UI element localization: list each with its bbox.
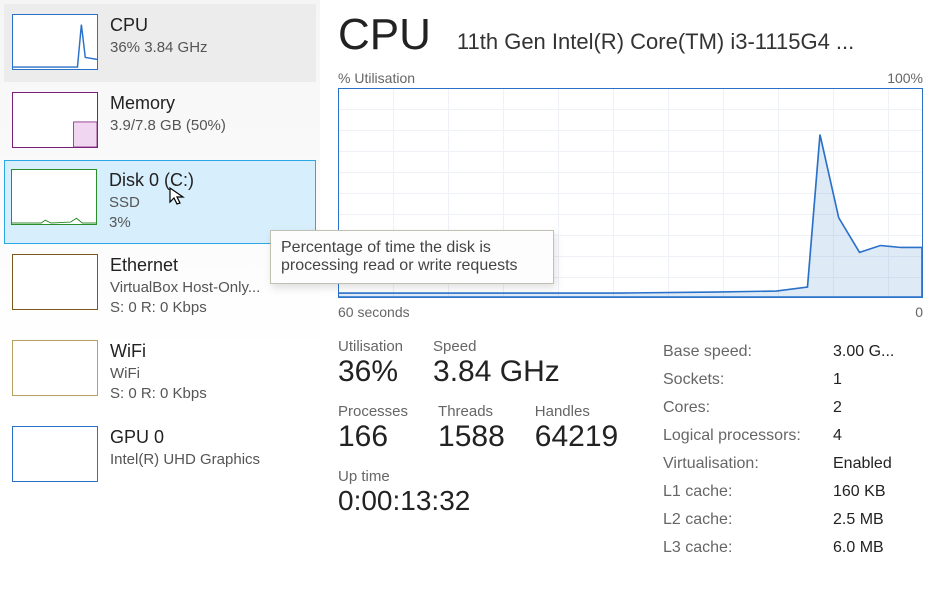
threads-value: 1588 xyxy=(438,420,505,454)
fact-l2-k: L2 cache: xyxy=(663,506,833,534)
fact-l1-v: 160 KB xyxy=(833,478,885,506)
speed-label: Speed xyxy=(433,338,560,355)
fact-l3-v: 6.0 MB xyxy=(833,534,884,562)
sidebar-eth-sub2: S: 0 R: 0 Kbps xyxy=(110,298,260,318)
handles-value: 64219 xyxy=(535,420,618,454)
ethernet-thumb-icon xyxy=(12,254,98,310)
sidebar-wifi-title: WiFi xyxy=(110,340,207,362)
sidebar-item-gpu[interactable]: GPU 0 Intel(R) UHD Graphics xyxy=(4,416,316,494)
sidebar-item-wifi[interactable]: WiFi WiFi S: 0 R: 0 Kbps xyxy=(4,330,316,416)
util-value: 36% xyxy=(338,355,403,389)
fact-basespeed-k: Base speed: xyxy=(663,338,833,366)
chart-time-right: 0 xyxy=(915,304,923,320)
fact-logical-k: Logical processors: xyxy=(663,422,833,450)
cpu-facts: Base speed:3.00 G... Sockets:1 Cores:2 L… xyxy=(663,338,923,562)
threads-label: Threads xyxy=(438,403,505,420)
cpu-thumb-icon xyxy=(12,14,98,70)
sidebar-wifi-sub2: S: 0 R: 0 Kbps xyxy=(110,384,207,404)
memory-thumb-icon xyxy=(12,92,98,148)
util-label: Utilisation xyxy=(338,338,403,355)
fact-sockets-k: Sockets: xyxy=(663,366,833,394)
fact-virt-v: Enabled xyxy=(833,450,892,478)
sidebar-mem-title: Memory xyxy=(110,92,226,114)
fact-l3-k: L3 cache: xyxy=(663,534,833,562)
fact-cores-k: Cores: xyxy=(663,394,833,422)
fact-logical-v: 4 xyxy=(833,422,842,450)
cpu-model: 11th Gen Intel(R) Core(TM) i3-1115G4 ... xyxy=(457,29,854,55)
chart-label-left: % Utilisation xyxy=(338,70,415,86)
gpu-thumb-icon xyxy=(12,426,98,482)
sidebar-item-memory[interactable]: Memory 3.9/7.8 GB (50%) xyxy=(4,82,316,160)
uptime-label: Up time xyxy=(338,468,639,485)
handles-label: Handles xyxy=(535,403,618,420)
proc-value: 166 xyxy=(338,420,408,454)
chart-time-left: 60 seconds xyxy=(338,304,410,320)
sidebar-cpu-title: CPU xyxy=(110,14,208,36)
wifi-thumb-icon xyxy=(12,340,98,396)
proc-label: Processes xyxy=(338,403,408,420)
main-pane: CPU 11th Gen Intel(R) Core(TM) i3-1115G4… xyxy=(320,0,943,590)
sidebar-eth-title: Ethernet xyxy=(110,254,260,276)
sidebar-gpu-title: GPU 0 xyxy=(110,426,260,448)
fact-basespeed-v: 3.00 G... xyxy=(833,338,894,366)
sidebar-disk-title: Disk 0 (C:) xyxy=(109,169,194,191)
chart-label-right: 100% xyxy=(887,70,923,86)
sidebar-gpu-sub: Intel(R) UHD Graphics xyxy=(110,450,260,470)
sidebar: CPU 36% 3.84 GHz Memory 3.9/7.8 GB (50%) xyxy=(0,0,320,590)
disk-tooltip: Percentage of time the disk is processin… xyxy=(270,230,554,284)
fact-l2-v: 2.5 MB xyxy=(833,506,884,534)
disk-thumb-icon xyxy=(11,169,97,225)
fact-sockets-v: 1 xyxy=(833,366,842,394)
sidebar-disk-sub2: 3% xyxy=(109,213,194,233)
fact-l1-k: L1 cache: xyxy=(663,478,833,506)
uptime-value: 0:00:13:32 xyxy=(338,485,639,517)
sidebar-mem-sub: 3.9/7.8 GB (50%) xyxy=(110,116,226,136)
sidebar-wifi-sub: WiFi xyxy=(110,364,207,384)
speed-value: 3.84 GHz xyxy=(433,355,560,389)
page-title: CPU xyxy=(338,10,431,60)
sidebar-cpu-sub: 36% 3.84 GHz xyxy=(110,38,208,58)
sidebar-item-cpu[interactable]: CPU 36% 3.84 GHz xyxy=(4,4,316,82)
sidebar-disk-sub: SSD xyxy=(109,193,194,213)
fact-cores-v: 2 xyxy=(833,394,842,422)
sidebar-eth-sub: VirtualBox Host-Only... xyxy=(110,278,260,298)
fact-virt-k: Virtualisation: xyxy=(663,450,833,478)
